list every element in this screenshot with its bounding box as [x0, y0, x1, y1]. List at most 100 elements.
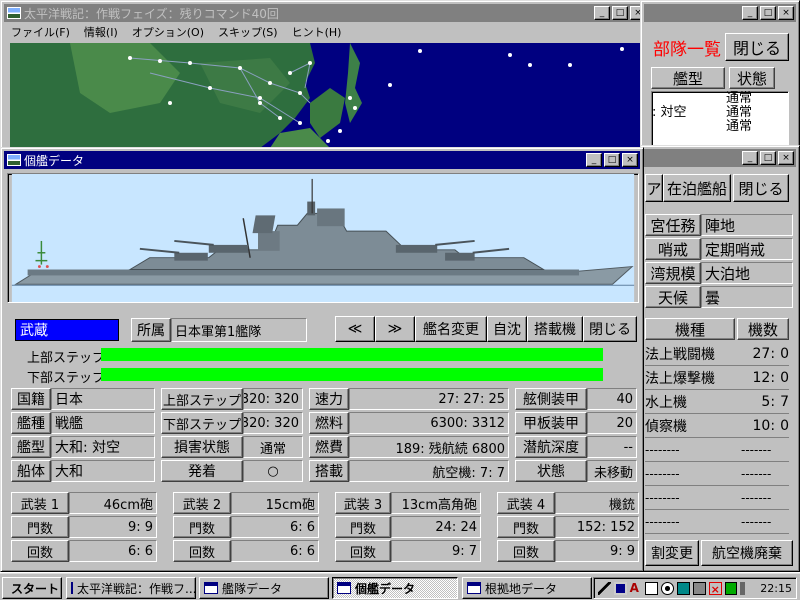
maximize-icon[interactable]: □ — [604, 153, 620, 167]
belt-armor-label: 舷側装甲 — [515, 388, 587, 410]
armament-rounds-label: 回数 — [11, 540, 69, 562]
cancel-icon[interactable]: × — [708, 581, 722, 596]
fleet-col-type[interactable]: 艦型 — [651, 67, 725, 89]
table-row: -------- ------- — [645, 510, 789, 534]
font-icon[interactable]: A — [630, 581, 643, 595]
strategic-map[interactable] — [10, 43, 648, 148]
base-tab-partial[interactable]: ア — [645, 174, 663, 202]
ship-illustration — [7, 173, 639, 303]
aircraft-col-count[interactable]: 機数 — [737, 318, 789, 340]
rename-ship-button[interactable]: 艦名変更 — [415, 316, 487, 342]
armament-rounds-label: 回数 — [497, 540, 555, 562]
list-item[interactable]: : 対空 通常 — [652, 106, 788, 120]
minimize-icon[interactable]: _ — [742, 6, 758, 20]
state-value: 未移動 — [587, 460, 637, 482]
lower-step-stat-value: 320: 320 — [243, 412, 303, 434]
system-tray: A × 22:15 — [593, 577, 797, 599]
maximize-icon[interactable]: □ — [760, 151, 776, 165]
loadout-label: 搭載 — [309, 460, 349, 482]
menu-file[interactable]: ファイル(F) — [4, 24, 77, 40]
table-row[interactable]: 水上機 5:7 — [645, 390, 789, 414]
speaker-icon[interactable] — [740, 581, 754, 595]
speed-value: 27: 27: 25 — [349, 388, 509, 410]
scuttle-button[interactable]: 自沈 — [487, 316, 527, 342]
fleet-list[interactable]: 通常 : 対空 通常 通常 — [651, 91, 789, 147]
window-icon — [337, 582, 351, 594]
network-icon[interactable] — [613, 581, 627, 595]
monitor-icon[interactable] — [677, 581, 690, 595]
display-icon[interactable] — [692, 581, 706, 595]
table-row[interactable]: 法上戦闘機 27:0 — [645, 342, 789, 366]
nationality-label: 国籍 — [11, 388, 51, 410]
taskbar-item-fleet[interactable]: 艦隊データ — [199, 577, 329, 599]
fuel-economy-value: 189: 残航続 6800 — [349, 436, 509, 458]
armament-mounts-label: 門数 — [173, 516, 231, 538]
prev-ship-button[interactable]: ≪ — [335, 316, 375, 342]
close-icon[interactable]: × — [778, 151, 794, 165]
armament-rounds: 6: 6 — [69, 540, 157, 562]
aircraft-col-type[interactable]: 機種 — [645, 318, 735, 340]
close-icon[interactable]: × — [778, 6, 794, 20]
assignment-change-button[interactable]: 割変更 — [645, 540, 699, 566]
taskbar-item-main[interactable]: 太平洋戦記：作戦フ... — [66, 577, 196, 599]
window-icon — [467, 582, 481, 594]
armament-mounts-label: 門数 — [497, 516, 555, 538]
ship-class-value: 戦艦 — [51, 412, 155, 434]
pen-icon[interactable] — [598, 581, 611, 595]
ship-name[interactable]: 武蔵 — [15, 319, 119, 341]
taskbar-item-base[interactable]: 根拠地データ — [462, 577, 592, 599]
menu-info[interactable]: 情報(I) — [77, 24, 125, 40]
anchored-ships-button[interactable]: 在泊艦船 — [663, 174, 731, 202]
menu-hint[interactable]: ヒント(H) — [285, 24, 349, 40]
window-icon — [71, 582, 73, 594]
close-icon[interactable]: × — [622, 153, 638, 167]
minimize-icon[interactable]: _ — [594, 6, 610, 20]
fleet-close-button[interactable]: 閉じる — [725, 33, 789, 61]
fleet-title-bar[interactable]: _ □ × — [644, 4, 796, 22]
ship-window-title: 個艦データ — [24, 153, 85, 168]
eye-icon[interactable] — [661, 581, 675, 595]
stats-grid: 国籍 日本 艦種 戦艦 艦型 大和: 対空 船体 大和 上部ステップ 320: … — [11, 388, 637, 484]
launch-value: ○ — [243, 460, 303, 482]
ime-icon[interactable] — [645, 581, 659, 595]
belt-armor-value: 40 — [587, 388, 637, 410]
armament-rounds: 9: 9 — [555, 540, 639, 562]
affiliation-label: 所属 — [131, 318, 171, 342]
base-title-bar[interactable]: _ □ × — [644, 149, 796, 167]
table-row[interactable]: 偵察機 10:0 — [645, 414, 789, 438]
list-item[interactable]: 通常 — [652, 92, 788, 106]
aircraft-discard-button[interactable]: 航空機廃棄 — [701, 540, 793, 566]
clock[interactable]: 22:15 — [760, 582, 792, 595]
next-ship-button[interactable]: ≫ — [375, 316, 415, 342]
start-button[interactable]: スタート — [2, 577, 62, 599]
lower-step-bar — [101, 368, 603, 381]
maximize-icon[interactable]: □ — [760, 6, 776, 20]
ship-title-bar[interactable]: 個艦データ _ □ × — [4, 151, 640, 169]
armament-label: 武装 2 — [173, 492, 231, 514]
affiliation-value: 日本軍第1艦隊 — [171, 318, 307, 342]
aircraft-list[interactable]: 法上戦闘機 27:0 法上爆撃機 12:0 水上機 5:7 偵察機 10:0 -----… — [645, 342, 789, 540]
status-icon[interactable] — [724, 581, 738, 595]
base-close-button[interactable]: 閉じる — [733, 174, 789, 202]
main-window-title: 太平洋戦記：作戦フェイズ：残りコマンド40回 — [24, 6, 279, 21]
aircraft-button[interactable]: 搭載機 — [527, 316, 583, 342]
minimize-icon[interactable]: _ — [742, 151, 758, 165]
fuel-label: 燃料 — [309, 412, 349, 434]
table-row[interactable]: 法上爆撃機 12:0 — [645, 366, 789, 390]
ship-close-button[interactable]: 閉じる — [583, 316, 637, 342]
base-info-label: 湾規模 — [645, 262, 701, 284]
list-item[interactable]: 通常 — [652, 120, 788, 134]
taskbar-item-ship[interactable]: 個艦データ — [332, 577, 458, 599]
menu-skip[interactable]: スキップ(S) — [211, 24, 285, 40]
base-info-label: 天候 — [645, 286, 701, 308]
menu-options[interactable]: オプション(O) — [125, 24, 211, 40]
ship-type-label: 艦型 — [11, 436, 51, 458]
main-title-bar[interactable]: 太平洋戦記：作戦フェイズ：残りコマンド40回 _ □ × — [4, 4, 648, 22]
start-label: スタート — [11, 581, 60, 596]
maximize-icon[interactable]: □ — [612, 6, 628, 20]
fleet-col-status[interactable]: 状態 — [729, 67, 775, 89]
damage-state-value: 通常 — [243, 436, 303, 458]
lower-step-track — [101, 368, 603, 381]
minimize-icon[interactable]: _ — [586, 153, 602, 167]
deck-armor-label: 甲板装甲 — [515, 412, 587, 434]
